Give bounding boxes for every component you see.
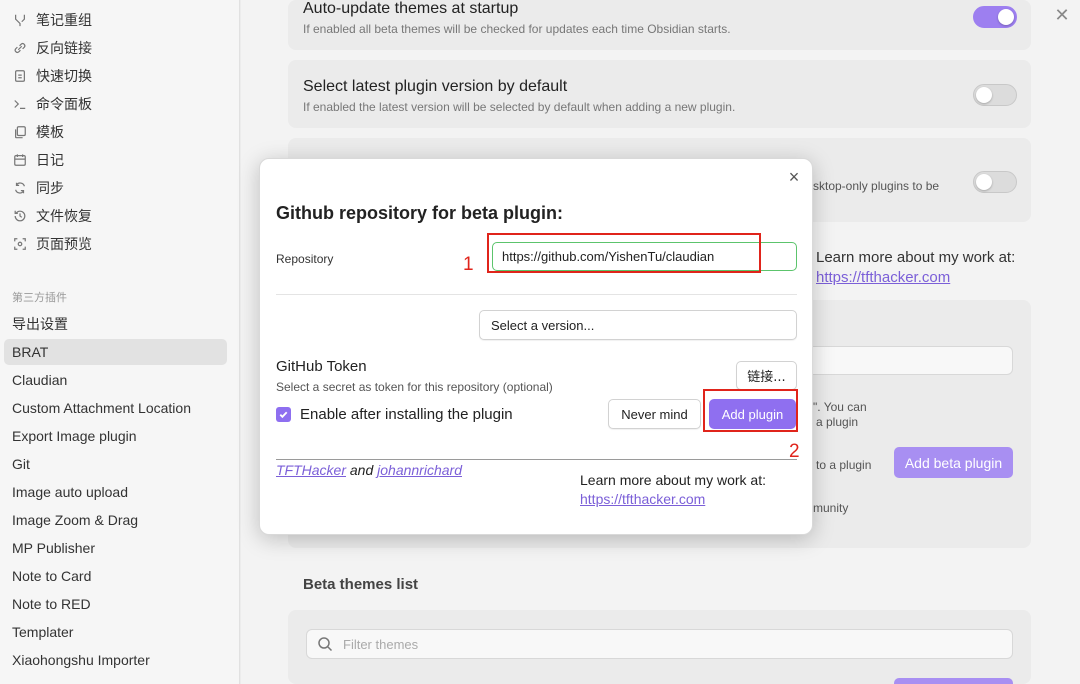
sidebar-item-daily-notes[interactable]: 日记 [12, 149, 64, 171]
sidebar-item-plugin[interactable]: Image Zoom & Drag [4, 507, 227, 533]
modal-tfthacker-link[interactable]: https://tfthacker.com [580, 491, 705, 507]
auto-update-toggle[interactable] [973, 6, 1017, 28]
annotation-step-1: 1 [463, 254, 474, 275]
setting-description: If enabled all beta themes will be check… [303, 22, 731, 36]
checkmark-icon [279, 411, 288, 419]
sidebar-item-label: 日记 [36, 153, 64, 169]
background-input[interactable] [800, 346, 1013, 375]
background-note: ". You can [813, 400, 867, 414]
github-token-title: GitHub Token [276, 358, 367, 375]
sidebar-item-plugin[interactable]: Claudian [4, 367, 227, 393]
sidebar-item-label: 模板 [36, 125, 64, 141]
sidebar-item-label: 页面预览 [36, 237, 92, 253]
sidebar-item-backlinks[interactable]: 反向链接 [12, 37, 92, 59]
preview-icon [12, 236, 28, 252]
credits: TFTHacker and johannrichard [276, 462, 462, 478]
sidebar-item-label: 命令面板 [36, 97, 92, 113]
annotation-highlight-repository [487, 233, 761, 273]
sidebar-item-label: 笔记重组 [36, 13, 92, 29]
select-latest-toggle[interactable] [973, 84, 1017, 106]
sidebar-item-plugin[interactable]: Note to RED [4, 591, 227, 617]
sidebar-item-plugin[interactable]: Image auto upload [4, 479, 227, 505]
filter-placeholder: Filter themes [343, 636, 419, 652]
background-note: to a plugin [816, 458, 872, 472]
repository-label: Repository [276, 252, 334, 266]
beta-themes-heading: Beta themes list [303, 576, 419, 593]
setting-description: If enabled the latest version will be se… [303, 100, 736, 114]
modal-title: Github repository for beta plugin: [276, 203, 563, 223]
filter-themes-input[interactable]: Filter themes [306, 629, 1013, 659]
setting-description: sktop-only plugins to be [813, 179, 940, 193]
sidebar-item-label: 同步 [36, 181, 64, 197]
sidebar-item-plugin[interactable]: Git [4, 451, 227, 477]
sidebar-item-plugin[interactable]: 导出设置 [4, 311, 227, 337]
enable-after-install-checkbox[interactable] [276, 407, 291, 422]
sidebar-item-command-palette[interactable]: 命令面板 [12, 93, 92, 115]
background-note: a plugin [816, 415, 859, 429]
modal-footer-divider [276, 459, 797, 460]
sidebar-item-plugin[interactable]: Export Image plugin [4, 423, 227, 449]
credit-and: and [349, 462, 374, 478]
enable-after-install-label: Enable after installing the plugin [300, 406, 513, 423]
sidebar-item-page-preview[interactable]: 页面预览 [12, 233, 92, 255]
sidebar-item-label: 反向链接 [36, 41, 92, 57]
select-version-dropdown[interactable]: Select a version... [479, 310, 797, 340]
modal-learn-more-text: Learn more about my work at: [580, 472, 766, 488]
modal-divider [276, 294, 797, 295]
sidebar-item-templates[interactable]: 模板 [12, 121, 64, 143]
sidebar-item-quick-switcher[interactable]: 快速切换 [12, 65, 92, 87]
annotation-highlight-add-plugin [703, 389, 798, 432]
backlink-icon [12, 40, 28, 56]
sync-icon [12, 180, 28, 196]
template-icon [12, 124, 28, 140]
sidebar-item-brat[interactable]: BRAT [4, 339, 227, 365]
sidebar-item-plugin[interactable]: Note to Card [4, 563, 227, 589]
credit-link-tfthacker[interactable]: TFTHacker [276, 462, 346, 478]
sidebar-item-label: 快速切换 [36, 69, 92, 85]
setting-title: Auto-update themes at startup [303, 0, 519, 17]
learn-more-text: Learn more about my work at: [816, 249, 1016, 266]
sidebar-item-file-recovery[interactable]: 文件恢复 [12, 205, 92, 227]
quick-switch-icon [12, 68, 28, 84]
sidebar-item-plugin[interactable]: Templater [4, 619, 227, 645]
sidebar-item-plugin[interactable]: Custom Attachment Location [4, 395, 227, 421]
link-secret-button[interactable]: 链接... [736, 361, 797, 390]
add-beta-theme-button[interactable] [894, 678, 1013, 684]
credit-link-johannrichard[interactable]: johannrichard [377, 462, 462, 478]
terminal-icon [12, 96, 28, 112]
tfthacker-link[interactable]: https://tfthacker.com [816, 269, 950, 286]
sidebar-item-plugin[interactable]: MP Publisher [4, 535, 227, 561]
sidebar-item-sync[interactable]: 同步 [12, 177, 64, 199]
add-beta-plugin-button[interactable]: Add beta plugin [894, 447, 1013, 478]
history-icon [12, 208, 28, 224]
desktop-only-toggle[interactable] [973, 171, 1017, 193]
calendar-icon [12, 152, 28, 168]
setting-title: Select latest plugin version by default [303, 78, 568, 95]
merge-icon [12, 12, 28, 28]
sidebar-item-label: 文件恢复 [36, 209, 92, 225]
background-note: munity [813, 501, 849, 515]
settings-sidebar: 笔记重组 反向链接 快速切换 命令面板 模板 日记 同步 文件恢复 页面预览 第… [0, 0, 240, 684]
never-mind-button[interactable]: Never mind [608, 399, 701, 429]
community-plugins-heading: 第三方插件 [12, 291, 67, 304]
github-token-description: Select a secret as token for this reposi… [276, 380, 553, 394]
search-icon [318, 637, 333, 652]
sidebar-item-note-composer[interactable]: 笔记重组 [12, 9, 92, 31]
sidebar-item-plugin[interactable]: Xiaohongshu Importer [4, 647, 227, 673]
modal-close-icon[interactable]: × [786, 167, 802, 187]
close-settings-icon[interactable]: ✕ [1053, 5, 1071, 25]
